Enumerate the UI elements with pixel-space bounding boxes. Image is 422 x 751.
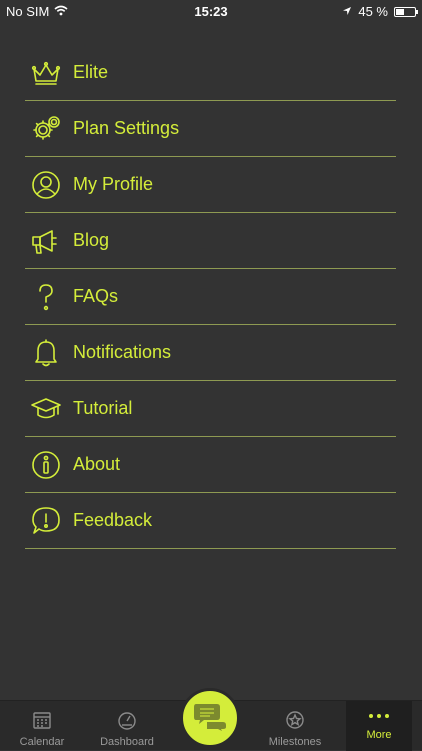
star-badge-icon <box>285 710 305 730</box>
status-right: 45 % <box>342 4 418 19</box>
chat-button[interactable] <box>180 688 240 748</box>
crown-icon <box>27 54 65 92</box>
menu-item-label: Notifications <box>73 342 172 362</box>
gauge-icon <box>117 710 137 730</box>
tab-more[interactable]: More <box>346 701 412 751</box>
menu-item-label: About <box>73 454 121 474</box>
more-menu: Elite Plan Settings My Profile Blog FAQs… <box>25 45 396 549</box>
exclamation-bubble-icon <box>27 502 65 540</box>
chat-bubbles-icon <box>193 701 227 736</box>
menu-item-notifications[interactable]: Notifications <box>25 325 396 381</box>
menu-item-my-profile[interactable]: My Profile <box>25 157 396 213</box>
battery-icon <box>394 6 418 17</box>
tab-label: Milestones <box>268 736 322 748</box>
menu-item-about[interactable]: About <box>25 437 396 493</box>
menu-item-label: Plan Settings <box>73 118 180 138</box>
battery-percent: 45 % <box>358 4 388 19</box>
menu-item-feedback[interactable]: Feedback <box>25 493 396 549</box>
menu-item-elite[interactable]: Elite <box>25 45 396 101</box>
menu-item-tutorial[interactable]: Tutorial <box>25 381 396 437</box>
tab-calendar[interactable]: Calendar <box>8 701 76 751</box>
graduation-cap-icon <box>27 390 65 428</box>
menu-item-plan-settings[interactable]: Plan Settings <box>25 101 396 157</box>
menu-item-label: Feedback <box>73 510 153 530</box>
info-icon <box>27 446 65 484</box>
battery-fill <box>396 8 404 15</box>
profile-icon <box>27 166 65 204</box>
menu-item-label: Tutorial <box>73 398 133 418</box>
tab-label: More <box>366 729 392 741</box>
menu-item-blog[interactable]: Blog <box>25 213 396 269</box>
location-arrow-icon <box>342 4 352 19</box>
bell-icon <box>27 334 65 372</box>
more-dots-icon <box>369 714 389 718</box>
calendar-icon <box>32 710 52 730</box>
menu-item-label: FAQs <box>73 286 119 306</box>
tab-milestones[interactable]: Milestones <box>260 701 330 751</box>
menu-item-label: Blog <box>73 230 110 250</box>
tab-dashboard[interactable]: Dashboard <box>92 701 162 751</box>
gears-icon <box>27 110 65 148</box>
tab-label: Calendar <box>19 736 65 748</box>
status-bar: No SIM 15:23 45 % <box>0 0 422 22</box>
menu-item-faqs[interactable]: FAQs <box>25 269 396 325</box>
menu-item-label: Elite <box>73 62 109 82</box>
tab-label: Dashboard <box>100 736 154 748</box>
megaphone-icon <box>27 222 65 260</box>
menu-item-label: My Profile <box>73 174 154 194</box>
question-icon <box>27 278 65 316</box>
